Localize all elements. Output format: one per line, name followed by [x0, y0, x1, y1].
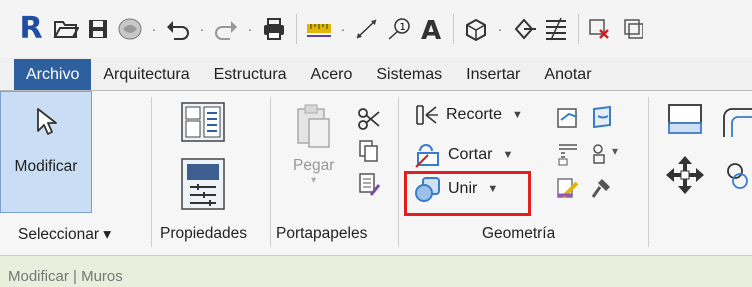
cortar-label: Cortar: [448, 146, 493, 163]
text-icon[interactable]: A: [417, 15, 445, 43]
pegar-button[interactable]: Pegar ▾: [293, 103, 334, 186]
cut-icon[interactable]: [357, 107, 381, 136]
tab-archivo[interactable]: Archivo: [14, 59, 92, 90]
hammer-icon[interactable]: [590, 175, 616, 206]
copy-element-icon[interactable]: [718, 159, 752, 193]
split-face-icon[interactable]: [590, 104, 616, 135]
panel-separator: [151, 97, 152, 247]
tab-insertar[interactable]: Insertar: [454, 60, 532, 90]
align-icon[interactable]: [665, 101, 705, 141]
modificar-button[interactable]: Modificar: [0, 91, 92, 213]
measure-dropdown-icon[interactable]: ·: [337, 21, 349, 37]
panel-separator: [648, 97, 649, 247]
svg-text:1: 1: [400, 22, 406, 33]
ribbon-tabs: Archivo Arquitectura Estructura Acero Si…: [0, 57, 752, 91]
unir-highlight-box: [404, 171, 531, 216]
open-icon[interactable]: [52, 15, 80, 43]
copy-icon[interactable]: [357, 139, 381, 168]
panel-portapapeles: Portapapeles: [276, 225, 368, 242]
cortar-button[interactable]: Cortar ▼: [414, 141, 513, 169]
offset-icon[interactable]: [714, 101, 752, 141]
paint-icon[interactable]: [555, 175, 581, 206]
svg-text:▾: ▾: [612, 144, 618, 158]
panel-seleccionar[interactable]: Seleccionar ▾: [18, 225, 111, 244]
move-icon[interactable]: [663, 153, 707, 197]
modificar-label: Modificar: [14, 158, 78, 175]
pegar-label: Pegar: [293, 157, 335, 174]
pegar-dropdown-icon[interactable]: ▾: [311, 175, 316, 186]
quick-access-toolbar: R · · · · 1 A ·: [0, 0, 752, 57]
toolbar-separator: [453, 13, 454, 44]
cortar-dropdown-icon[interactable]: ▼: [502, 149, 513, 161]
tab-sistemas[interactable]: Sistemas: [364, 60, 454, 90]
recorte-button[interactable]: Recorte ▼: [414, 103, 523, 127]
tab-anotar[interactable]: Anotar: [532, 60, 603, 90]
properties-button[interactable]: [180, 157, 226, 211]
tag-icon[interactable]: 1: [385, 15, 413, 43]
status-text: Modificar | Muros: [8, 268, 123, 285]
toolbar-separator: [578, 13, 579, 44]
redo-icon[interactable]: [212, 15, 240, 43]
demolish-icon[interactable]: ▾: [590, 141, 624, 172]
tab-arquitectura[interactable]: Arquitectura: [91, 60, 201, 90]
3d-view-icon[interactable]: [462, 15, 490, 43]
dimension-icon[interactable]: [353, 15, 381, 43]
section-icon[interactable]: [510, 15, 538, 43]
cope-icon: [416, 105, 438, 125]
wall-profile-icon[interactable]: [555, 104, 581, 135]
type-properties-button[interactable]: [180, 99, 226, 143]
panel-propiedades: Propiedades: [160, 225, 248, 242]
undo-icon[interactable]: [164, 15, 192, 43]
type-properties-icon: [181, 102, 225, 142]
print-icon[interactable]: [260, 15, 288, 43]
cut-geometry-icon: [415, 144, 439, 168]
paste-icon: [296, 104, 330, 148]
panel-separator: [398, 97, 399, 247]
sync-icon[interactable]: [116, 15, 144, 43]
save-icon[interactable]: [84, 15, 112, 43]
match-type-icon[interactable]: [357, 171, 381, 202]
cursor-icon: [37, 108, 57, 135]
redo-dropdown-icon[interactable]: ·: [244, 21, 256, 37]
thin-lines-icon[interactable]: [542, 15, 570, 43]
tab-acero[interactable]: Acero: [299, 60, 365, 90]
recorte-label: Recorte: [446, 106, 503, 123]
svg-text:A: A: [421, 16, 441, 42]
app-logo[interactable]: R: [14, 11, 48, 46]
properties-icon: [181, 158, 225, 210]
tab-estructura[interactable]: Estructura: [202, 60, 299, 90]
toolbar-separator: [296, 13, 297, 44]
wall-joins-icon[interactable]: [555, 141, 581, 172]
sync-dropdown-icon[interactable]: ·: [148, 21, 160, 37]
ribbon: Modificar Seleccionar ▾ Propiedades Pega…: [0, 91, 752, 255]
undo-dropdown-icon[interactable]: ·: [196, 21, 208, 37]
3d-view-dropdown-icon[interactable]: ·: [494, 21, 506, 37]
panel-separator: [270, 97, 271, 247]
status-bar: Modificar | Muros: [0, 255, 752, 287]
panel-geometria: Geometría: [482, 225, 556, 242]
measure-icon[interactable]: [305, 15, 333, 43]
close-hidden-icon[interactable]: [587, 15, 615, 43]
switch-windows-icon[interactable]: [619, 15, 647, 43]
recorte-dropdown-icon[interactable]: ▼: [512, 109, 523, 121]
